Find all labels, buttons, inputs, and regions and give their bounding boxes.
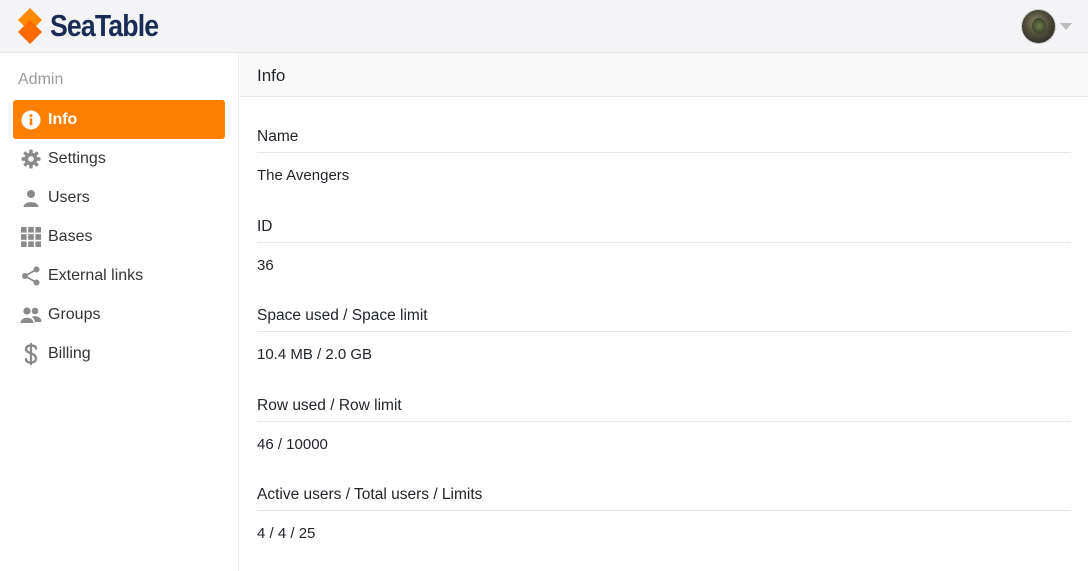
sidebar-item-users[interactable]: Users xyxy=(13,178,225,217)
sidebar-item-billing[interactable]: Billing xyxy=(13,334,225,373)
sidebar-item-label: Info xyxy=(48,110,78,128)
share-icon xyxy=(20,265,42,287)
caret-down-icon[interactable] xyxy=(1060,23,1072,30)
info-field-name: Name The Avengers xyxy=(257,97,1071,187)
info-label: Active users / Total users / Limits xyxy=(257,455,1071,511)
info-value: 10.4 MB / 2.0 GB xyxy=(257,346,373,363)
sidebar-item-info[interactable]: Info xyxy=(13,100,225,139)
user-menu[interactable] xyxy=(1021,9,1072,44)
page-title: Info xyxy=(240,53,1088,97)
dollar-icon xyxy=(20,342,42,365)
sidebar-title: Admin xyxy=(18,71,64,88)
sidebar-item-label: Users xyxy=(48,188,90,206)
info-field-rows: Row used / Row limit 46 / 10000 xyxy=(257,366,1071,456)
gear-icon xyxy=(20,148,42,170)
user-avatar[interactable] xyxy=(1021,9,1056,44)
sidebar-item-label: Billing xyxy=(48,344,91,362)
sidebar: Admin Info Settings Users Bases External… xyxy=(0,53,239,571)
user-icon xyxy=(20,187,42,209)
info-icon xyxy=(20,109,42,131)
sidebar-item-settings[interactable]: Settings xyxy=(13,139,225,178)
info-value: 46 / 10000 xyxy=(257,435,328,453)
sidebar-item-label: Settings xyxy=(48,149,106,167)
info-value: 36 xyxy=(257,256,274,274)
info-value: The Avengers xyxy=(257,167,350,184)
sidebar-item-bases[interactable]: Bases xyxy=(13,217,225,256)
sidebar-nav: Info Settings Users Bases External links… xyxy=(13,100,225,373)
info-label: Row used / Row limit xyxy=(257,366,1071,422)
sidebar-item-label: Bases xyxy=(48,227,93,245)
info-field-space: Space used / Space limit 10.4 MB / 2.0 G… xyxy=(257,276,1071,366)
top-bar: SeaTable xyxy=(0,0,1088,53)
info-label: Name xyxy=(257,97,1071,153)
group-icon xyxy=(20,304,42,326)
brand-name: SeaTable xyxy=(50,8,159,43)
logo-mark-icon xyxy=(18,8,42,44)
info-label: Space used / Space limit xyxy=(257,276,1071,332)
seatable-logo[interactable]: SeaTable xyxy=(16,8,176,44)
grid-icon xyxy=(20,226,42,248)
sidebar-item-label: External links xyxy=(48,266,144,284)
info-label: ID xyxy=(257,187,1071,243)
sidebar-item-label: Groups xyxy=(48,305,101,323)
sidebar-item-external-links[interactable]: External links xyxy=(13,256,225,295)
main-panel: Info Name The Avengers ID 36 Space used … xyxy=(240,53,1088,571)
info-value: 4 / 4 / 25 xyxy=(257,525,316,542)
info-list: Name The Avengers ID 36 Space used / Spa… xyxy=(240,97,1088,545)
sidebar-item-groups[interactable]: Groups xyxy=(13,295,225,334)
info-field-id: ID 36 xyxy=(257,187,1071,277)
info-field-users: Active users / Total users / Limits 4 / … xyxy=(257,455,1071,545)
